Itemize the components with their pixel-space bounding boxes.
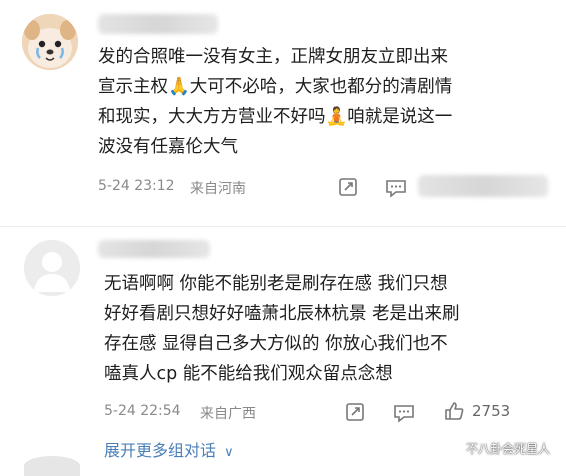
- like-count: 2753: [472, 402, 511, 420]
- watermark: 不八卦会死星人: [466, 442, 551, 456]
- dog-face-icon: [22, 14, 78, 70]
- like-icon[interactable]: [443, 400, 465, 426]
- expand-label: 展开更多组对话: [104, 441, 217, 460]
- divider: [0, 226, 566, 227]
- comment-1: 发的合照唯一没有女主，正牌女朋友立即出来 宣示主权🙏大可不必哈，大家也都分的清剧…: [0, 0, 566, 215]
- share-icon[interactable]: [345, 402, 365, 426]
- user-silhouette-icon: [24, 240, 80, 296]
- comment-location: 来自河南: [190, 181, 246, 197]
- username-redacted[interactable]: [98, 240, 210, 258]
- default-avatar[interactable]: [24, 240, 80, 296]
- chevron-down-icon: ∨: [224, 445, 234, 460]
- comment-icon[interactable]: [393, 403, 415, 427]
- next-avatar-partial: [24, 456, 80, 476]
- share-icon[interactable]: [338, 177, 358, 201]
- comment-date: 5-24 23:12: [98, 178, 175, 194]
- expand-more-link[interactable]: 展开更多组对话 ∨: [104, 437, 234, 461]
- comment-text: 发的合照唯一没有女主，正牌女朋友立即出来 宣示主权🙏大可不必哈，大家也都分的清剧…: [98, 47, 453, 157]
- dog-avatar[interactable]: [22, 14, 78, 70]
- username-redacted[interactable]: [98, 14, 218, 34]
- comment-location: 来自广西: [200, 406, 256, 422]
- like-redacted[interactable]: [418, 175, 548, 197]
- comment-icon[interactable]: [385, 178, 407, 202]
- comment-date: 5-24 22:54: [104, 403, 181, 419]
- comment-2: 无语啊啊 你能不能别老是刷存在感 我们只想 好好看剧只想好好嗑萧北辰林杭景 老是…: [0, 228, 566, 433]
- comment-text: 无语啊啊 你能不能别老是刷存在感 我们只想 好好看剧只想好好嗑萧北辰林杭景 老是…: [104, 274, 460, 384]
